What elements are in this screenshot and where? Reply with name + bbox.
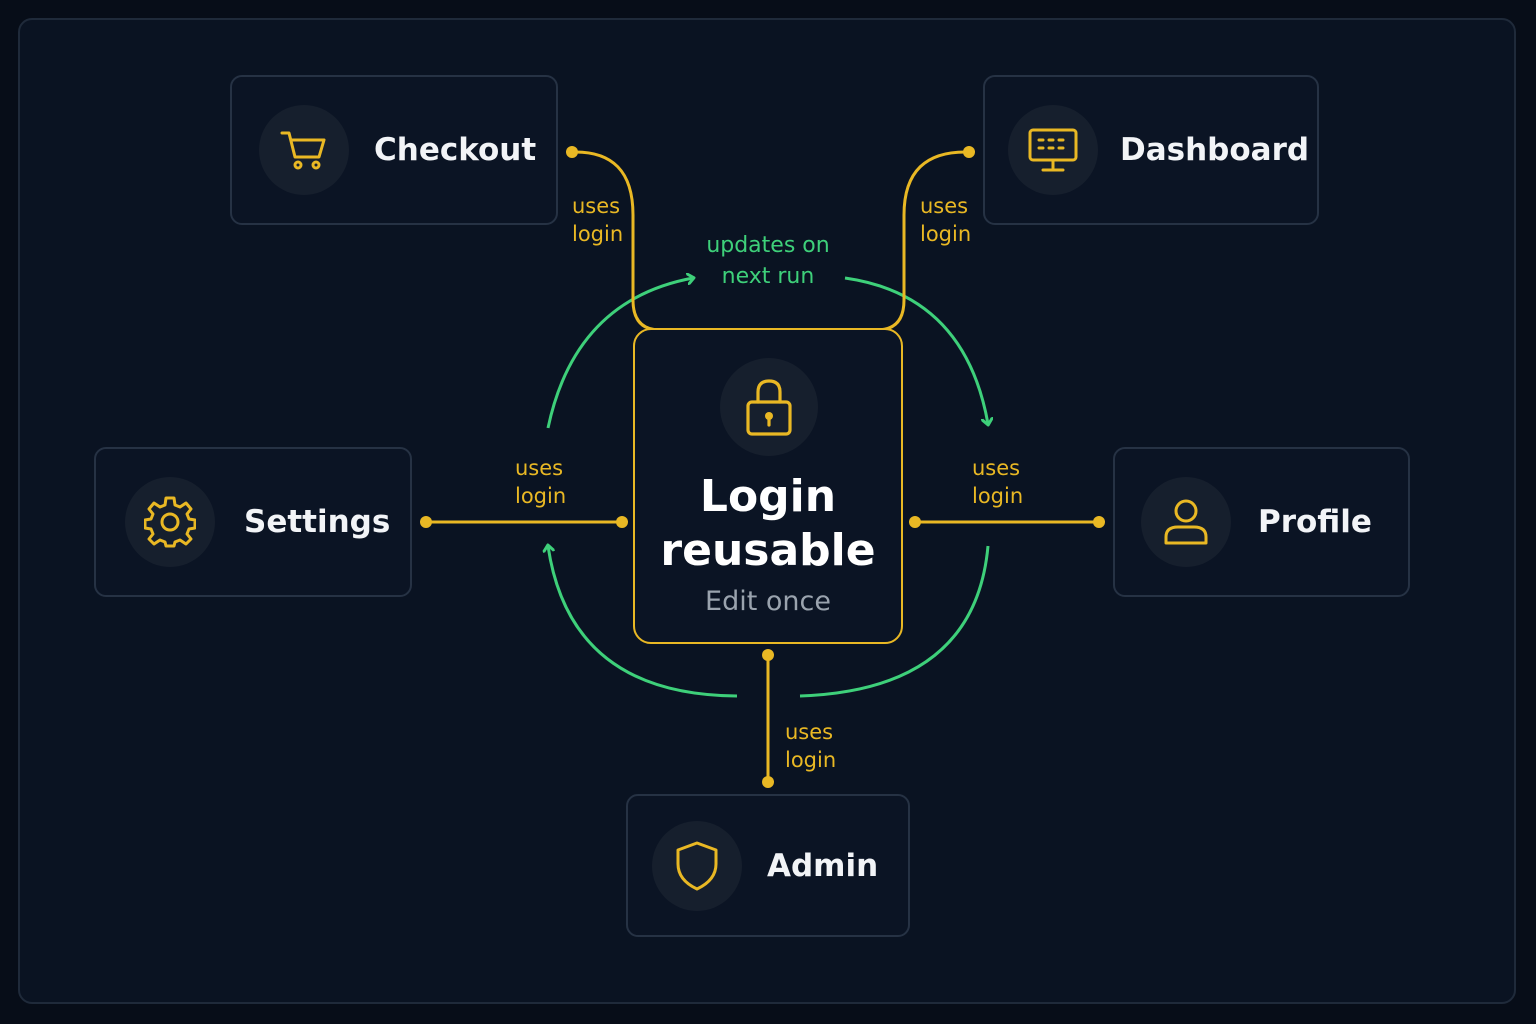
monitor-icon xyxy=(1008,105,1098,195)
gear-icon xyxy=(125,477,215,567)
node-admin-label: Admin xyxy=(767,847,879,884)
node-settings-label: Settings xyxy=(244,504,391,540)
edge-label-admin-line2: login xyxy=(785,748,837,772)
center-node-subtitle: Edit once xyxy=(705,586,831,617)
user-icon xyxy=(1141,477,1231,567)
lock-icon xyxy=(720,358,818,456)
shield-icon xyxy=(652,820,742,911)
edge-label-settings: uses login xyxy=(515,454,566,510)
flow-label-line1: updates on xyxy=(706,233,830,258)
edge-label-admin: uses login xyxy=(785,718,836,774)
connector-profile-dot-start xyxy=(909,516,921,528)
connector-dashboard-dot xyxy=(963,146,975,158)
edge-label-dashboard-line2: login xyxy=(920,222,972,246)
node-profile-label: Profile xyxy=(1258,504,1372,540)
edge-label-dashboard: uses login xyxy=(920,192,971,248)
flow-label-line2: next run xyxy=(721,264,815,289)
edge-label-profile: uses login xyxy=(972,454,1023,510)
connector-settings-dot-end xyxy=(616,516,628,528)
node-checkout[interactable]: Checkout xyxy=(230,75,558,225)
node-profile[interactable]: Profile xyxy=(1113,447,1410,597)
node-dashboard[interactable]: Dashboard xyxy=(983,75,1319,225)
center-node-title-line2: reusable xyxy=(660,525,876,576)
edge-label-dashboard-line1: uses xyxy=(920,194,969,218)
connector-settings-dot-start xyxy=(420,516,432,528)
edge-label-checkout-line2: login xyxy=(572,222,624,246)
edge-label-settings-line1: uses xyxy=(515,456,564,480)
node-checkout-label: Checkout xyxy=(374,132,537,168)
edge-label-profile-line2: login xyxy=(972,484,1024,508)
edge-label-checkout: uses login xyxy=(572,192,623,248)
connector-admin-dot-start xyxy=(762,649,774,661)
node-settings[interactable]: Settings xyxy=(94,447,412,597)
connector-checkout-dot xyxy=(566,146,578,158)
node-admin[interactable]: Admin xyxy=(626,794,910,937)
edge-label-settings-line2: login xyxy=(515,484,567,508)
center-node-title: Login reusable xyxy=(635,470,901,578)
edge-label-checkout-line1: uses xyxy=(572,194,621,218)
edge-label-profile-line1: uses xyxy=(972,456,1021,480)
flow-label-updates: updates on next run xyxy=(688,230,848,292)
connector-profile-dot-end xyxy=(1093,516,1105,528)
node-dashboard-label: Dashboard xyxy=(1120,132,1310,168)
center-node-login[interactable]: Login reusable Edit once xyxy=(633,328,903,644)
connector-admin-dot-end xyxy=(762,776,774,788)
edge-label-admin-line1: uses xyxy=(785,720,834,744)
cart-icon xyxy=(259,105,349,195)
center-node-title-line1: Login xyxy=(699,471,837,522)
